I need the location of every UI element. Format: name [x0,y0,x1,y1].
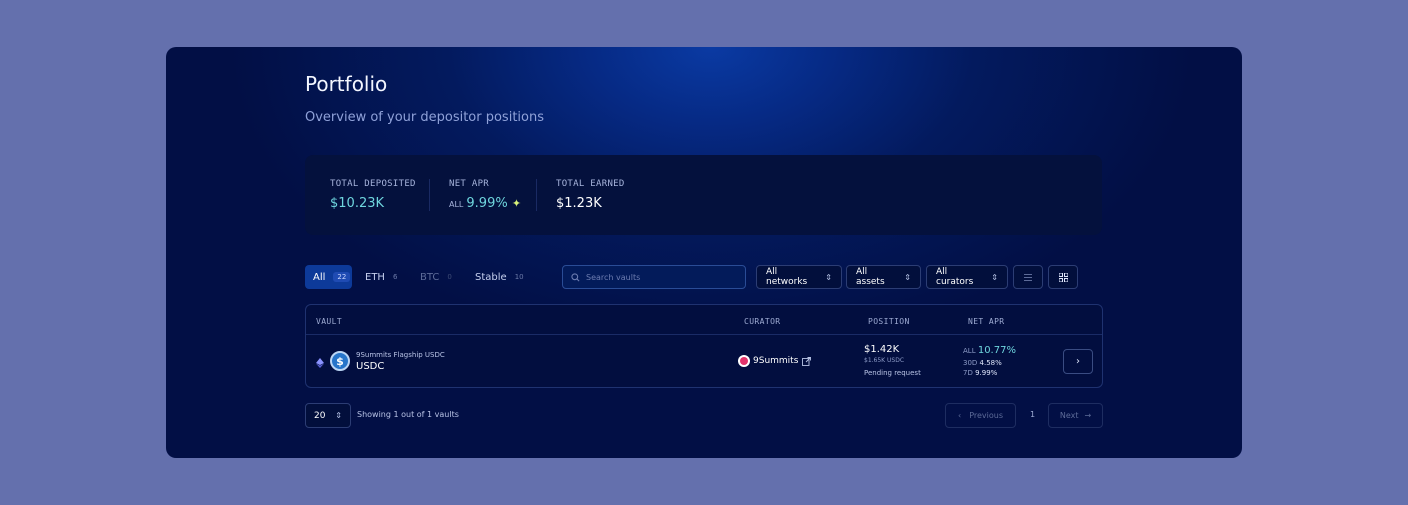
position-underlying: $1.65K USDC [864,357,905,364]
current-page[interactable]: 1 [1030,410,1035,419]
curator-logo-icon [738,355,750,367]
next-label: Next [1059,411,1079,420]
curator-link[interactable]: 9Summits [738,355,812,367]
list-icon [1024,273,1032,281]
network-filter[interactable]: All networks ⇕ [756,265,842,289]
usdc-icon: $ [330,351,350,371]
vaults-table: VAULT CURATOR POSITION NET APR $ 9Summit… [305,304,1103,388]
page-size-select[interactable]: 20 ⇕ [305,403,351,428]
list-view-button[interactable] [1013,265,1043,289]
apr-7d: 7D 9.99% [963,369,997,377]
stat-total-earned: TOTAL EARNED $1.23K [556,179,625,211]
tab-count: 22 [333,272,351,282]
chevron-updown-icon: ⇕ [991,272,998,282]
apr-label: ALL [963,347,976,355]
tab-all[interactable]: All 22 [305,265,352,289]
page-subtitle: Overview of your depositor positions [305,110,544,125]
tab-label: Stable [475,271,507,283]
grid-view-button[interactable] [1048,265,1078,289]
apr-value: 10.77% [977,345,1016,356]
asset-filter[interactable]: All assets ⇕ [846,265,921,289]
table-row[interactable]: $ 9Summits Flagship USDC USDC 9Summits $… [306,335,1102,388]
ethereum-icon [316,358,324,368]
stat-value: 9.99% [466,196,508,211]
apr-prefix: ALL [449,200,464,209]
apr-all: ALL 10.77% [963,345,1016,356]
stat-net-apr: NET APR ALL 9.99% ✦ [449,179,521,211]
tab-stable[interactable]: Stable 10 [467,265,532,289]
stat-value: $10.23K [330,196,385,211]
stat-value: $1.23K [556,196,602,211]
curator-filter[interactable]: All curators ⇕ [926,265,1008,289]
page-size-value: 20 [314,410,326,421]
search-input[interactable]: Search vaults [562,265,746,289]
stat-total-deposited: TOTAL DEPOSITED $10.23K [330,179,416,211]
filter-label: All networks [766,267,808,287]
chevron-updown-icon: ⇕ [335,411,342,420]
position-status: Pending request [864,369,921,377]
previous-page-button[interactable]: ‹ Previous [945,403,1016,428]
tab-count: 10 [514,273,524,281]
results-count: Showing 1 out of 1 vaults [357,410,459,419]
apr-label: 30D [963,359,978,367]
chevron-right-icon: › [1076,356,1080,367]
vault-asset: USDC [356,361,385,372]
stat-label: TOTAL DEPOSITED [330,179,416,189]
sparkle-icon: ✦ [511,197,522,210]
filter-label: All curators [936,267,974,287]
tab-count: 0 [447,273,452,281]
tab-count: 6 [392,273,398,281]
previous-label: Previous [969,411,1003,420]
apr-label: 7D [963,369,973,377]
divider [536,179,537,211]
column-header-curator: CURATOR [744,317,781,326]
column-header-position: POSITION [868,317,910,326]
tab-label: ETH [365,271,385,283]
apr-value: 4.58% [979,359,1002,367]
stats-card: TOTAL DEPOSITED $10.23K NET APR ALL 9.99%… [305,155,1102,235]
search-placeholder: Search vaults [586,272,641,282]
position-value: $1.42K [864,344,900,355]
chevron-updown-icon: ⇕ [904,272,911,282]
tab-btc[interactable]: BTC 0 [412,265,460,289]
external-link-icon [802,356,812,366]
tab-label: BTC [420,271,440,283]
filter-label: All assets [856,267,885,287]
next-page-button[interactable]: Next → [1048,403,1103,428]
vault-name: 9Summits Flagship USDC [356,351,445,359]
chevron-left-icon: ‹ [957,411,962,420]
apr-value: 9.99% [975,369,998,377]
column-header-net-apr: NET APR [968,317,1005,326]
portfolio-panel: Portfolio Overview of your depositor pos… [166,47,1242,458]
column-header-vault: VAULT [316,317,343,326]
search-icon [571,272,580,281]
tab-label: All [313,271,326,283]
grid-icon [1058,272,1068,282]
open-vault-button[interactable]: › [1063,349,1093,374]
apr-30d: 30D 4.58% [963,359,1002,367]
page-title: Portfolio [305,72,388,96]
tab-eth[interactable]: ETH 6 [357,265,405,289]
arrow-right-icon: → [1084,411,1092,420]
chevron-updown-icon: ⇕ [825,272,832,282]
stat-label: NET APR [449,179,490,189]
divider [429,179,430,211]
stat-label: TOTAL EARNED [556,179,625,189]
curator-name: 9Summits [753,356,799,366]
